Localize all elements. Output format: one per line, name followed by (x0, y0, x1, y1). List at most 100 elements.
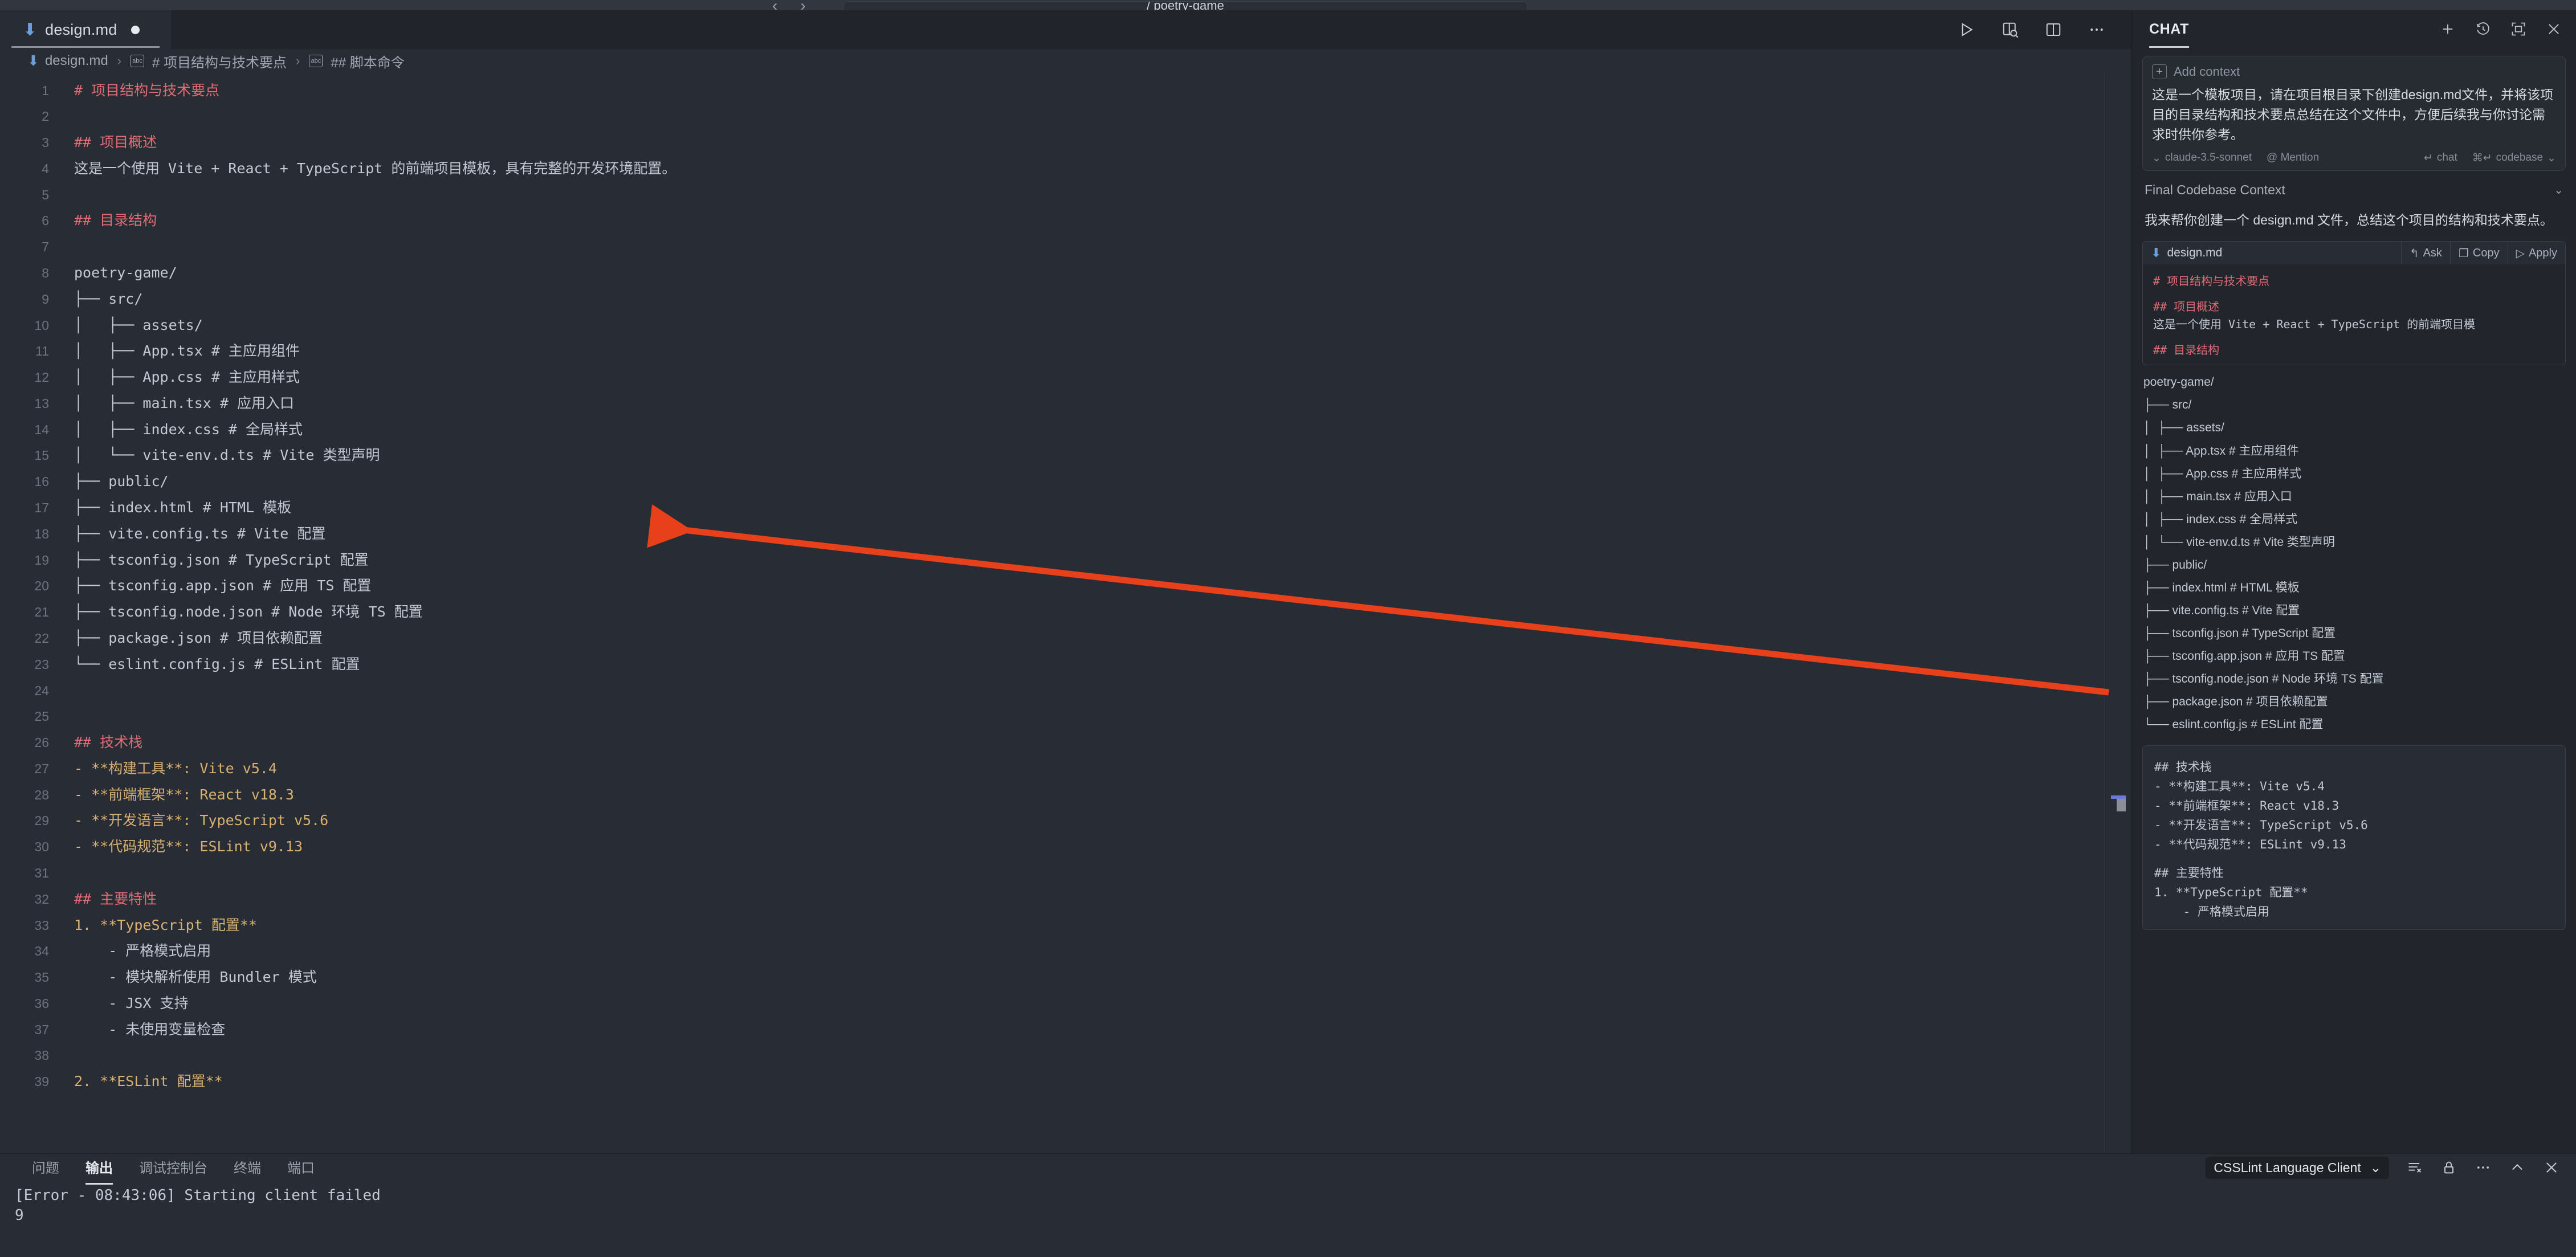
code-line[interactable]: 36 - JSX 支持 (0, 990, 2104, 1017)
code-line[interactable]: 11 │ ├── App.tsx # 主应用组件 (0, 338, 2104, 365)
final-codebase-context-section[interactable]: Final Codebase Context ⌄ (2132, 171, 2576, 202)
panel-tab-调试控制台[interactable]: 调试控制台 (139, 1157, 207, 1179)
code-line[interactable]: 29 - **开发语言**: TypeScript v5.6 (0, 808, 2104, 834)
code-line[interactable]: 3 ## 项目概述 (0, 130, 2104, 156)
send-codebase-hint[interactable]: ⌘↵ codebase ⌄ (2472, 152, 2556, 165)
breadcrumb-symbol-2[interactable]: ## 脚本命令 (331, 51, 404, 71)
panel-tab-输出[interactable]: 输出 (85, 1157, 113, 1185)
close-icon[interactable] (2545, 21, 2562, 38)
code-line[interactable]: 16 ├── public/ (0, 469, 2104, 495)
code-line[interactable]: 15 │ └── vite-env.d.ts # Vite 类型声明 (0, 443, 2104, 469)
code-line[interactable]: 8 poetry-game/ (0, 260, 2104, 286)
chat-input[interactable]: 这是一个模板项目，请在项目根目录下创建design.md文件，并将该项目的目录结… (2152, 85, 2556, 145)
code-line[interactable]: 25 (0, 704, 2104, 730)
panel-tab-终端[interactable]: 终端 (234, 1157, 261, 1179)
code-line[interactable]: 32 ## 主要特性 (0, 886, 2104, 912)
send-chat-hint[interactable]: ↵ chat (2424, 152, 2457, 165)
code-line[interactable]: 21 ├── tsconfig.node.json # Node 环境 TS 配置 (0, 599, 2104, 626)
chevron-down-icon: ⌄ (2152, 152, 2161, 164)
line-number: 34 (34, 944, 49, 959)
output-channel-selector[interactable]: CSSLint Language Client ⌄ (2206, 1156, 2389, 1179)
code-line[interactable]: 22 ├── package.json # 项目依赖配置 (0, 625, 2104, 651)
run-icon[interactable] (1957, 20, 1976, 39)
code-line[interactable]: 1 # 项目结构与技术要点 (0, 77, 2104, 104)
code-line[interactable]: 33 1. **TypeScript 配置** (0, 912, 2104, 938)
back-icon[interactable]: ‹ (772, 0, 777, 14)
panel-tabs: 问题 输出 调试控制台 终端 端口 CSSLint Language Client ⌄ (0, 1154, 2576, 1185)
line-number: 7 (42, 239, 49, 255)
code-line[interactable]: 34 - 严格模式启用 (0, 938, 2104, 965)
code-line[interactable]: 28 - **前端框架**: React v18.3 (0, 782, 2104, 808)
command-search-box[interactable]: / poetry-game (843, 1, 1527, 10)
collapse-panel-icon[interactable] (2509, 1159, 2526, 1176)
code-line[interactable]: 14 │ ├── index.css # 全局样式 (0, 417, 2104, 443)
line-number: 4 (42, 161, 49, 176)
code-line[interactable]: 10 │ ├── assets/ (0, 312, 2104, 338)
code-line[interactable]: 24 (0, 678, 2104, 704)
code-line[interactable]: 4 这是一个使用 Vite + React + TypeScript 的前端项目模… (0, 156, 2104, 182)
plus-icon: + (2152, 64, 2167, 79)
code-line[interactable]: 35 - 模块解析使用 Bundler 模式 (0, 965, 2104, 991)
code-block-line (2143, 854, 2565, 863)
open-preview-to-side-icon[interactable] (2000, 20, 2020, 39)
more-actions-icon[interactable] (2087, 20, 2106, 39)
code-area[interactable]: 1 # 项目结构与技术要点 2 3 ## 项目概述 4 这是一个使用 Vite + Reac… (0, 73, 2104, 1153)
breadcrumb-file[interactable]: design.md (45, 53, 108, 69)
code-line[interactable]: 19 ├── tsconfig.json # TypeScript 配置 (0, 547, 2104, 573)
code-block-line: ## 技术栈 (2154, 760, 2212, 774)
code-line[interactable]: 37 - 未使用变量检查 (0, 1017, 2104, 1043)
code-line[interactable]: 9 ├── src/ (0, 286, 2104, 312)
panel-tab-问题[interactable]: 问题 (32, 1157, 59, 1179)
ask-button[interactable]: ↰ Ask (2400, 242, 2450, 265)
mention-button[interactable]: @ Mention (2267, 152, 2319, 164)
minimap-slider[interactable] (2117, 799, 2126, 811)
line-number: 10 (34, 317, 49, 333)
close-panel-icon[interactable] (2543, 1159, 2560, 1176)
history-icon[interactable] (2475, 21, 2492, 38)
line-number: 5 (42, 187, 49, 202)
split-editor-icon[interactable] (2044, 20, 2063, 39)
editor-body[interactable]: 1 # 项目结构与技术要点 2 3 ## 项目概述 4 这是一个使用 Vite + Reac… (0, 73, 2131, 1153)
new-chat-icon[interactable] (2439, 21, 2456, 38)
copy-icon: ❐ (2458, 247, 2469, 260)
code-line[interactable]: 27 - **构建工具**: Vite v5.4 (0, 756, 2104, 782)
lock-icon[interactable] (2440, 1159, 2457, 1176)
code-line-text: # 项目结构与技术要点 (74, 81, 220, 99)
code-line[interactable]: 26 ## 技术栈 (0, 730, 2104, 756)
add-context-button[interactable]: + Add context (2152, 64, 2556, 79)
editor-tab-design-md[interactable]: ⬇ design.md (0, 10, 171, 49)
nav-arrows[interactable]: ‹ › (772, 0, 806, 14)
code-block-line: 1. **TypeScript 配置** (2154, 885, 2308, 900)
chat-composer[interactable]: + Add context 这是一个模板项目，请在项目根目录下创建design.… (2142, 56, 2566, 171)
overview-ruler[interactable] (2104, 73, 2131, 1153)
code-line[interactable]: 17 ├── index.html # HTML 模板 (0, 495, 2104, 521)
clear-output-icon[interactable] (2406, 1159, 2423, 1176)
code-line[interactable]: 13 │ ├── main.tsx # 应用入口 (0, 390, 2104, 417)
forward-icon[interactable]: › (800, 0, 805, 14)
code-line[interactable]: 39 2. **ESLint 配置** (0, 1069, 2104, 1095)
code-line[interactable]: 18 ├── vite.config.ts # Vite 配置 (0, 521, 2104, 547)
code-line[interactable]: 30 - **代码规范**: ESLint v9.13 (0, 834, 2104, 860)
code-line[interactable]: 2 (0, 104, 2104, 130)
panel-tab-端口[interactable]: 端口 (287, 1157, 315, 1179)
code-line[interactable]: 5 (0, 182, 2104, 208)
code-line[interactable]: 20 ├── tsconfig.app.json # 应用 TS 配置 (0, 573, 2104, 599)
breadcrumb-symbol-1[interactable]: # 项目结构与技术要点 (152, 51, 287, 71)
tree-row: ├── package.json # 项目依赖配置 (2143, 695, 2328, 709)
bottom-panel: 问题 输出 调试控制台 终端 端口 CSSLint Language Client ⌄ (0, 1153, 2576, 1257)
apply-button[interactable]: ▷ Apply (2507, 242, 2565, 265)
model-selector[interactable]: ⌄ claude-3.5-sonnet (2152, 152, 2252, 165)
chevron-down-icon[interactable]: ⌄ (2554, 183, 2563, 197)
code-block-line: # 项目结构与技术要点 (2153, 274, 2270, 288)
code-block-filename[interactable]: ⬇ design.md (2143, 242, 2401, 264)
code-line[interactable]: 38 (0, 1043, 2104, 1069)
code-line[interactable]: 6 ## 目录结构 (0, 208, 2104, 234)
code-line[interactable]: 12 │ ├── App.css # 主应用样式 (0, 365, 2104, 391)
code-line[interactable]: 23 └── eslint.config.js # ESLint 配置 (0, 651, 2104, 678)
more-actions-icon[interactable] (2475, 1159, 2492, 1176)
code-line[interactable]: 31 (0, 860, 2104, 886)
code-block-body: # 项目结构与技术要点 ## 项目概述 这是一个使用 Vite + React + … (2143, 264, 2565, 365)
code-line[interactable]: 7 (0, 234, 2104, 260)
maximize-icon[interactable] (2510, 21, 2527, 38)
copy-button[interactable]: ❐ Copy (2449, 242, 2508, 265)
